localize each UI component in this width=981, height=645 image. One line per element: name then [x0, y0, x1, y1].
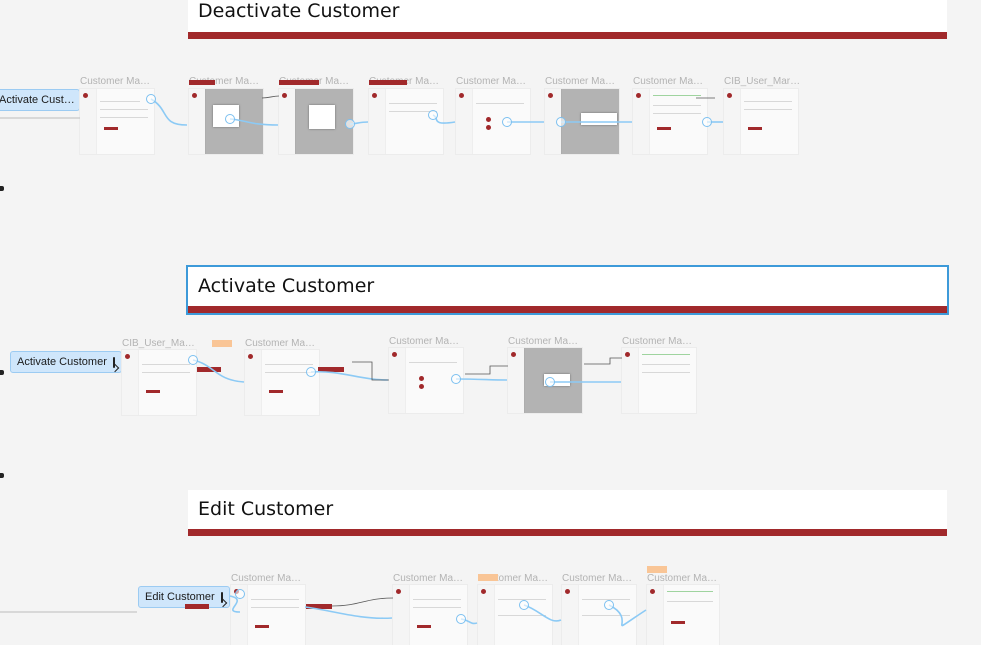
- screen-frame[interactable]: [80, 89, 154, 154]
- hotspot-dot[interactable]: [188, 355, 198, 365]
- note-tag: [189, 80, 215, 85]
- note-tag: [197, 367, 221, 372]
- hotspot-dot[interactable]: [146, 94, 156, 104]
- frame-label: Customer Ma…: [562, 573, 633, 584]
- section-title: Edit Customer: [198, 498, 334, 520]
- section-accent-bar: [188, 529, 947, 536]
- frame-label: Customer Ma…: [231, 573, 302, 584]
- screen-frame[interactable]: [562, 585, 636, 645]
- flow-start-activate-row1[interactable]: Activate Cust…: [0, 89, 83, 111]
- frame-label: Customer Ma…: [393, 573, 464, 584]
- hotspot-dot[interactable]: [345, 119, 355, 129]
- hotspot-dot[interactable]: [306, 367, 316, 377]
- hotspot-dot[interactable]: [556, 117, 566, 127]
- section-header-edit[interactable]: Edit Customer: [188, 490, 947, 536]
- note-tag: [279, 80, 319, 85]
- hotspot-dot[interactable]: [545, 377, 555, 387]
- frame-label: CIB_User_Ma…: [122, 338, 195, 349]
- screen-frame[interactable]: [369, 89, 443, 154]
- hotspot-dot[interactable]: [456, 614, 466, 624]
- section-header-activate[interactable]: Activate Customer: [186, 265, 949, 315]
- section-accent-bar: [188, 306, 947, 313]
- hotspot-dot[interactable]: [519, 600, 529, 610]
- frame-label: Customer Ma…: [456, 76, 527, 87]
- flow-start-label: Activate Customer: [17, 356, 107, 368]
- hotspot-dot[interactable]: [502, 117, 512, 127]
- flow-start-label: Edit Customer: [145, 591, 215, 603]
- section-accent-bar: [188, 32, 947, 39]
- note-tag: [185, 604, 209, 609]
- screen-frame[interactable]: [478, 585, 552, 645]
- hotspot-dot[interactable]: [225, 114, 235, 124]
- connector-end-marker: [0, 473, 4, 478]
- frame-label: Customer Ma…: [633, 76, 704, 87]
- section-title: Deactivate Customer: [198, 0, 400, 22]
- flow-start-activate-customer[interactable]: Activate Customer: [10, 351, 122, 373]
- screen-frame[interactable]: [724, 89, 798, 154]
- connector-end-marker: [0, 370, 4, 375]
- hotspot-dot[interactable]: [451, 374, 461, 384]
- screen-frame[interactable]: [647, 585, 719, 645]
- frame-label: CIB_User_Mar…: [724, 76, 801, 87]
- section-header-deactivate[interactable]: Deactivate Customer: [188, 0, 947, 39]
- frame-label: Customer Ma…: [389, 336, 460, 347]
- hotspot-dot[interactable]: [428, 110, 438, 120]
- flow-start-edit-customer[interactable]: Edit Customer: [138, 586, 230, 608]
- hotspot-dot[interactable]: [702, 117, 712, 127]
- frame-label: Customer Ma…: [80, 76, 151, 87]
- screen-frame[interactable]: [633, 89, 707, 154]
- screen-frame[interactable]: [122, 350, 196, 415]
- note-sticky: [478, 574, 498, 581]
- frame-label: Customer Ma…: [622, 336, 693, 347]
- screen-frame[interactable]: [245, 350, 319, 415]
- frame-label: Customer Ma…: [647, 573, 718, 584]
- frame-label: Customer Ma…: [508, 336, 579, 347]
- connector-end-marker: [0, 186, 4, 191]
- screen-frame[interactable]: [279, 89, 353, 154]
- screen-frame[interactable]: [456, 89, 530, 154]
- flow-start-label: Activate Cust…: [0, 94, 75, 106]
- note-tag: [369, 80, 407, 85]
- frame-label: Customer Ma…: [245, 338, 316, 349]
- play-flow-icon[interactable]: [220, 591, 223, 603]
- play-flow-icon[interactable]: [112, 356, 115, 368]
- hotspot-dot[interactable]: [235, 589, 245, 599]
- screen-frame[interactable]: [622, 348, 696, 413]
- section-title: Activate Customer: [198, 275, 375, 297]
- screen-frame[interactable]: [393, 585, 467, 645]
- note-tag: [306, 604, 332, 609]
- note-sticky: [212, 340, 232, 347]
- note-tag: [318, 367, 344, 372]
- hotspot-dot[interactable]: [604, 600, 614, 610]
- frame-label: Customer Ma…: [545, 76, 616, 87]
- note-sticky: [647, 566, 667, 573]
